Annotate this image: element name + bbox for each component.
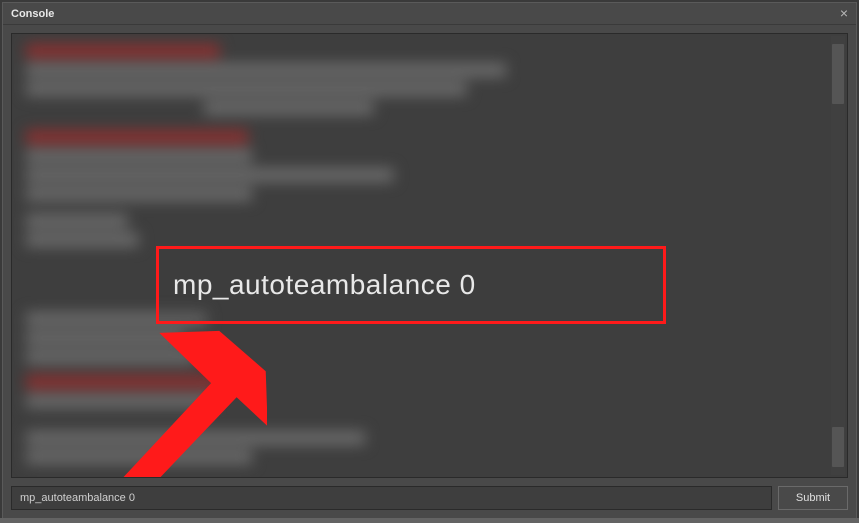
- highlighted-command: mp_autoteambalance 0: [173, 269, 476, 301]
- scrollbar-thumb[interactable]: [832, 427, 844, 467]
- submit-button[interactable]: Submit: [778, 486, 848, 510]
- titlebar: Console ×: [3, 3, 856, 25]
- highlight-box: mp_autoteambalance 0: [156, 246, 666, 324]
- scrollbar[interactable]: [831, 36, 845, 475]
- console-output: mp_autoteambalance 0: [11, 33, 848, 478]
- console-window: Console ×: [2, 2, 857, 519]
- scrollbar-thumb[interactable]: [832, 44, 844, 104]
- bottom-edge: [0, 518, 859, 523]
- command-input[interactable]: [11, 486, 772, 510]
- close-icon[interactable]: ×: [836, 6, 852, 22]
- window-title: Console: [11, 8, 54, 20]
- input-bar: Submit: [3, 482, 856, 518]
